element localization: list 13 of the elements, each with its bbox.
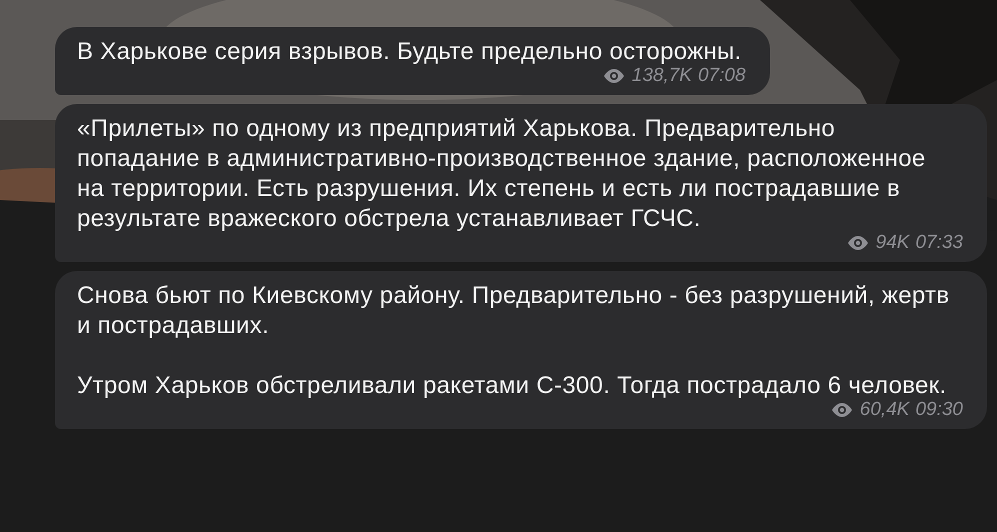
message-text: Утром Харьков обстреливали ракетами С-300. Тогда пострадало 6 человек.	[77, 372, 946, 399]
eye-icon	[846, 235, 870, 251]
message-text: «Прилеты» по одному из предприятий Харькова. Предварительно попадание в административно-производственное здание, расположенное на территории. Есть разрушения. Их степень и есть ли пострадавшие в результате вражеского обстрела устанавливает ГСЧС.	[77, 115, 926, 232]
view-count: 138,7K	[632, 65, 692, 87]
eye-icon	[830, 402, 854, 418]
eye-icon	[602, 68, 626, 84]
message-time: 09:30	[915, 399, 963, 421]
message-time: 07:08	[698, 65, 746, 87]
view-count: 94K	[876, 232, 910, 254]
message-text: Снова бьют по Киевскому району. Предварительно - без разрушений, жертв и пострадавших.	[77, 282, 950, 339]
view-count: 60,4K	[860, 399, 910, 421]
message-time: 07:33	[915, 232, 963, 254]
message-text: В Харькове серия взрывов. Будьте предельно осторожны.	[77, 38, 742, 65]
